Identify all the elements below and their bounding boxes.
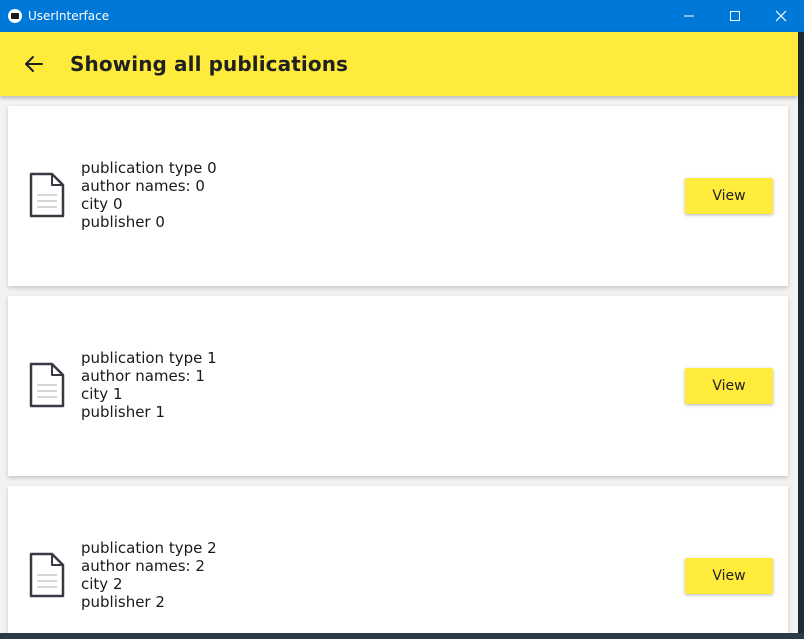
minimize-icon	[684, 15, 694, 17]
close-button[interactable]	[758, 0, 804, 32]
page-title: Showing all publications	[70, 52, 349, 76]
window-controls	[666, 0, 804, 32]
document-icon	[29, 552, 65, 598]
publication-list[interactable]: publication type 0 author names: 0 city …	[0, 96, 798, 633]
publication-publisher: publisher 1	[81, 403, 165, 421]
publication-type: publication type 2	[81, 539, 217, 557]
window-title: UserInterface	[28, 9, 110, 23]
publication-type: publication type 1	[81, 349, 217, 367]
publication-authors: author names: 0	[81, 177, 205, 195]
publication-city: city 2	[81, 575, 123, 593]
document-icon	[29, 172, 65, 218]
view-button[interactable]: View	[685, 368, 773, 404]
app-bar: Showing all publications	[0, 32, 798, 96]
publication-authors: author names: 1	[81, 367, 205, 385]
app-icon	[8, 9, 22, 23]
publication-card: publication type 0 author names: 0 city …	[8, 106, 788, 286]
taskbar-strip	[0, 633, 804, 639]
view-button[interactable]: View	[685, 178, 773, 214]
minimize-button[interactable]	[666, 0, 712, 32]
publication-details: publication type 0 author names: 0 city …	[81, 159, 217, 231]
publication-card: publication type 1 author names: 1 city …	[8, 296, 788, 476]
publication-authors: author names: 2	[81, 557, 205, 575]
publication-publisher: publisher 2	[81, 593, 165, 611]
close-icon	[775, 10, 787, 22]
publication-city: city 0	[81, 195, 123, 213]
publication-details: publication type 2 author names: 2 city …	[81, 539, 217, 611]
maximize-button[interactable]	[712, 0, 758, 32]
maximize-icon	[730, 11, 740, 21]
background-window-edge	[798, 32, 804, 633]
back-button[interactable]	[22, 52, 46, 76]
publication-city: city 1	[81, 385, 123, 403]
publication-card: publication type 2 author names: 2 city …	[8, 486, 788, 633]
publication-type: publication type 0	[81, 159, 217, 177]
window-titlebar: UserInterface	[0, 0, 804, 32]
arrow-back-icon	[25, 56, 43, 72]
view-button[interactable]: View	[685, 558, 773, 594]
document-icon	[29, 362, 65, 408]
publication-publisher: publisher 0	[81, 213, 165, 231]
publication-details: publication type 1 author names: 1 city …	[81, 349, 217, 421]
